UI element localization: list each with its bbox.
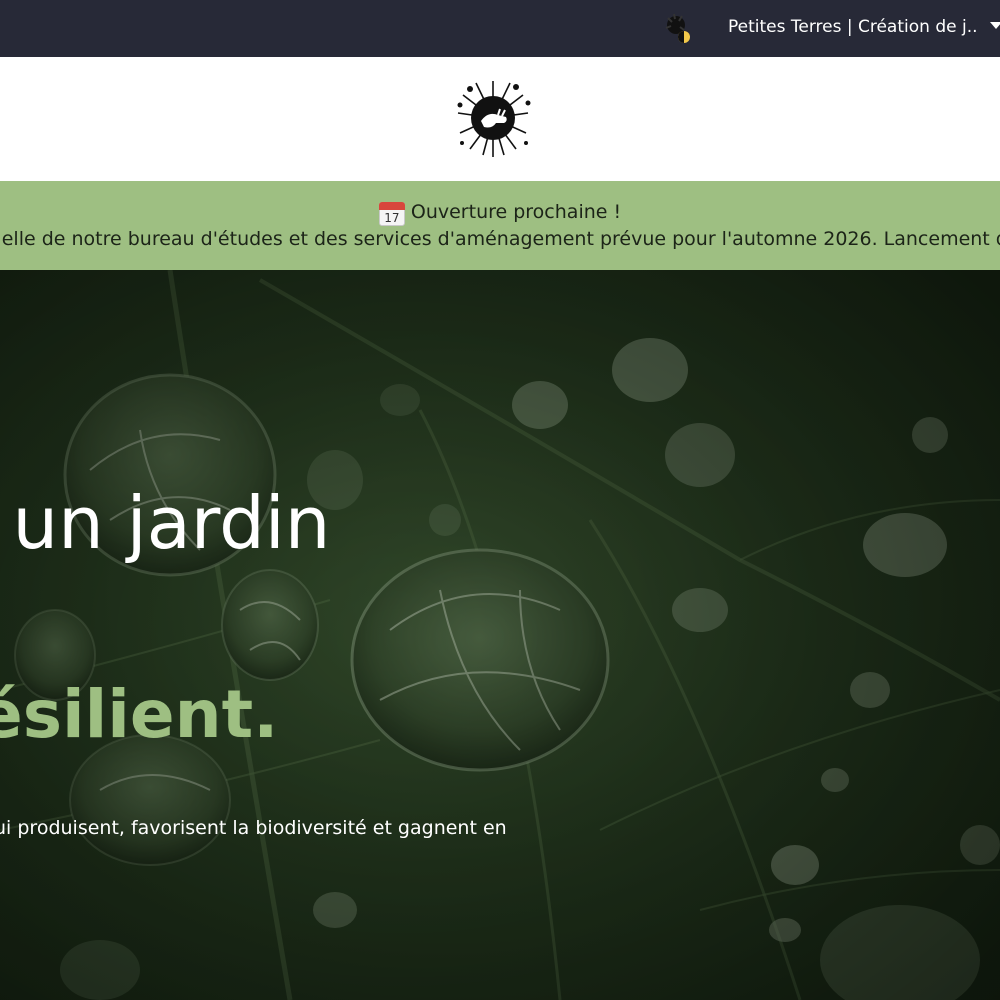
banner-title-row: 17 Ouverture prochaine !: [0, 199, 1000, 226]
site-favicon-icon: [662, 12, 692, 44]
banner-text: cielle de notre bureau d'études et des s…: [0, 228, 1000, 250]
announcement-banner: 17 Ouverture prochaine ! cielle de notre …: [0, 181, 1000, 270]
hero-section: r un jardin , ésilient. ui produisent, f…: [0, 270, 1000, 1000]
calendar-icon: 17: [378, 202, 405, 226]
tab-title[interactable]: Petites Terres | Création de j...: [728, 16, 978, 38]
hero-heading-accent: ésilient.: [0, 676, 279, 753]
hero-heading-line-1: r un jardin: [0, 481, 331, 565]
banner-title: Ouverture prochaine !: [410, 201, 622, 223]
leaf-background-image: [0, 270, 1000, 1000]
hero-subtitle: ui produisent, favorisent la biodiversit…: [0, 817, 507, 839]
browser-top-bar: Petites Terres | Création de j...: [0, 0, 1000, 57]
site-header: [0, 57, 1000, 181]
chevron-down-icon[interactable]: [990, 22, 1000, 29]
hand-with-plants-logo-icon[interactable]: [448, 73, 538, 163]
calendar-day: 17: [384, 211, 400, 225]
